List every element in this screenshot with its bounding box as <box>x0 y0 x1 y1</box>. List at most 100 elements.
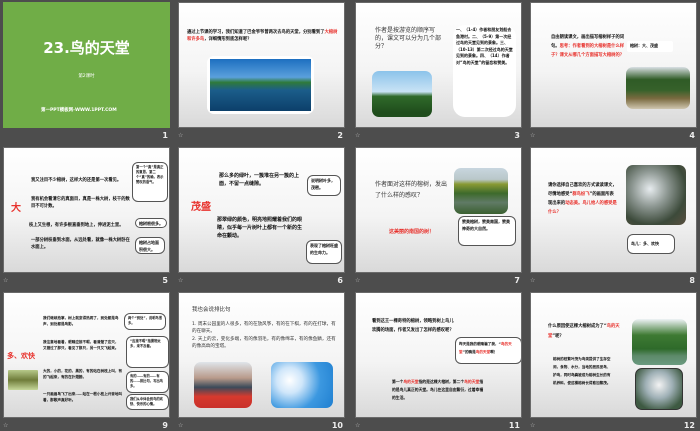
bird-photo <box>8 370 38 390</box>
text-part: 第一个 <box>392 379 404 384</box>
answer-box: 榕树：大、茂盛 <box>627 41 673 52</box>
park-photo <box>194 362 252 408</box>
slide-number: 12 <box>683 421 695 430</box>
text-part: 通过上节课的学习，我们知道了巴金爷爷曾两次去鸟的天堂，分别看到了 <box>187 30 325 35</box>
slide-footer: 第一PPT模板网-WWW.1PPT.COM <box>41 108 117 113</box>
slide-thumbnail-12[interactable]: 什么原因使这棵大榕树成为了“鸟的天堂”呢？ 榕树的枝繁叶茂为鸟类提供了生存空间，… <box>530 292 697 418</box>
text-highlight: 群鸟纷飞 <box>572 192 590 197</box>
slide-thumbnail-4[interactable]: 自由朗读课文，画出描写榕树样子的词句。思考：作者看到的大榕树是什么样子？课文从哪… <box>530 2 697 128</box>
sentence: 1. 周末公园里的人很多，有的在放风筝，有的在下棋，有的在打球，有的在聊天。 <box>192 322 336 334</box>
animation-icon: ☆ <box>355 422 361 429</box>
sentence: 2. 天上的云，变化多端，有的像羽毛，有的像绵羊，有的像鱼鳞，还有的像高耸的宝塔… <box>192 337 336 349</box>
slide-thumbnail-11[interactable]: 看到这王一棵奇特的榕树，领略到树上鸟儿欢腾的场面，作者又发出了怎样的感叹呢？ 昨… <box>355 292 522 418</box>
banyan-photo <box>632 319 687 365</box>
text-highlight: 鸟的天堂 <box>464 379 480 384</box>
slide-number: 1 <box>162 131 168 140</box>
slide-number: 6 <box>337 276 343 285</box>
answer-bubble: 鸟儿：多、欢快 <box>627 234 675 254</box>
tree-photo <box>372 71 432 117</box>
note-bubble: 有的……有的……有的……排比句，写出鸟多。 <box>126 371 169 393</box>
note-bubble: 榕树占地面积很大。 <box>135 237 165 254</box>
answer-bubble: 一、（1-4）作者和朋友划船去鱼港村。二、（5-9）第一次经过鸟的天堂见到的景象… <box>453 25 516 117</box>
answer-bubble: 昨天是我的眼睛骗了我，“鸟的天堂”的确是鸟的天堂啊！ <box>455 337 521 364</box>
animation-icon: ☆ <box>178 277 184 284</box>
slide-thumbnail-3[interactable]: 作者是按游览的顺序写的，课文可以分为几个部分？ 一、（1-4）作者和朋友划船去鱼… <box>355 2 522 128</box>
slide-text: 那翠绿的颜色，明亮地照耀着我们的眼睛，似乎每一片树叶上都有一个新的生命在颤动。 <box>217 217 303 239</box>
answer-bubble: 赞美榕树，赞美南国，赞美神奇的大自然。 <box>458 216 516 246</box>
slide-text: 一只画眉鸟飞了出来……站在一根小枝上兴奋地叫着，那歌声真好听。 <box>43 392 123 402</box>
animation-icon: ☆ <box>530 132 536 139</box>
slide-number: 10 <box>331 421 343 430</box>
slide-thumbnail-6[interactable]: 茂盛 那么多的绿叶，一簇堆在另一簇的上面，不留一点缝隙。 那翠绿的颜色，明亮地照… <box>178 147 345 273</box>
slide-text: 我有机会看清它的真面目，真是一株大树，枝干的数目不可计数。 <box>31 197 130 209</box>
slide-question: 作者是按游览的顺序写的，课文可以分为几个部分？ <box>375 27 442 50</box>
slide-title: 我也会说排比句 <box>192 307 231 313</box>
slide-number: 11 <box>508 421 520 430</box>
slide-subtitle: 第2课时 <box>78 74 95 79</box>
slide-text: 大的，小的，花的，黑的，有的站在树枝上叫，有的飞起来，有的在扑翅膀。 <box>43 369 123 379</box>
animation-icon: ☆ <box>3 422 9 429</box>
slide-thumbnail-1[interactable]: 23.鸟的天堂 第2课时 第一PPT模板网-WWW.1PPT.COM <box>3 2 170 128</box>
slide-thumbnail-9[interactable]: 多、欢快 我们继续拍掌，树上就变得热闹了，到处都是鸟声，到处都是鸟影。 我注意地… <box>3 292 170 418</box>
animation-icon: ☆ <box>530 422 536 429</box>
slide-number: 4 <box>689 131 695 140</box>
slide-text: 那么多的绿叶，一簇堆在另一簇的上面，不留一点缝隙。 <box>219 173 300 187</box>
slide-thumbnail-5[interactable]: 大 我又注目不少榕树，这样大的还是第一次看见。 我有机会看清它的真面目，真是一株… <box>3 147 170 273</box>
slide-number: 3 <box>514 131 520 140</box>
slide-text: 看到这王一棵奇特的榕树，领略到树上鸟儿欢腾的场面，作者又发出了怎样的感叹呢？ <box>372 319 454 333</box>
island-photo <box>207 56 314 114</box>
text-part: ，详细情形到底怎样呢？ <box>204 37 252 42</box>
slide-number: 9 <box>162 421 168 430</box>
animation-icon: ☆ <box>178 132 184 139</box>
slide-text: 一部分树枝垂到水面，从远处看，就像一株大树卧在水面上。 <box>31 238 130 250</box>
slide-text: 自由朗读课文，画出描写榕树样子的词句。思考：作者看到的大榕树是什么样子？课文从哪… <box>551 33 629 60</box>
slide-thumbnail-7[interactable]: 作者面对这样的榕树，发出了什么样的感叹？ 赞美榕树，赞美南国，赞美神奇的大自然。… <box>355 147 522 273</box>
text-part: 昨天是我的眼睛骗了我，“ <box>459 342 501 346</box>
text-part: ”呢？ <box>552 334 564 339</box>
slide-number: 8 <box>689 276 695 285</box>
text-part: 啊！ <box>490 350 498 354</box>
slide-text: 我注意地看着，眼睛应接不暇，看清楚了这只，又错过了那只，看见了那只，另一只又飞起… <box>43 340 119 350</box>
slide-question: 作者面对这样的榕树，发出了什么样的感叹？ <box>375 181 448 199</box>
note-bubble: 表现了榕树旺盛的生命力。 <box>306 240 342 264</box>
text-part: ”的确是 <box>462 350 476 354</box>
slide-title: 23.鸟的天堂 <box>43 39 130 57</box>
text-highlight: 鸟的天堂 <box>403 379 419 384</box>
keyword: 茂盛 <box>191 202 211 213</box>
slide-text: 请你选择自己喜欢的方式读读课文，尽情地感受“群鸟纷飞”的画面所表现出来的动态美。… <box>548 181 618 217</box>
clouds-photo <box>271 362 333 408</box>
slide-text: 榕树的枝繁叶茂为鸟类提供了生存空间，食物、水分，当地的居民爱鸟、护鸟，同时鸟粪被… <box>553 357 611 385</box>
banyan-photo <box>626 67 690 109</box>
animation-icon: ☆ <box>355 132 361 139</box>
slide-number: 5 <box>162 276 168 285</box>
slide-number: 7 <box>514 276 520 285</box>
keyword: 多、欢快 <box>7 352 35 360</box>
slide-question: 什么原因使这棵大榕树成为了“鸟的天堂”呢？ <box>548 322 626 342</box>
slide-text: 我们继续拍掌，树上就变得热闹了，到处都是鸟声，到处都是鸟影。 <box>43 316 119 326</box>
keyword: 大 <box>11 203 21 214</box>
slide-text: 通过上节课的学习，我们知道了巴金爷爷曾两次去鸟的天堂，分别看到了大榕树和许多鸟，… <box>187 29 339 43</box>
slide-thumbnail-10[interactable]: 我也会说排比句 1. 周末公园里的人很多，有的在放风筝，有的在下棋，有的在打球，… <box>178 292 345 418</box>
note-bubble: 我们从中体会到鸟的欢快、快乐的心情。 <box>126 394 169 410</box>
text-part: 指的是这棵大榕树，第二个 <box>418 379 465 384</box>
banyan-photo <box>454 168 508 214</box>
animation-icon: ☆ <box>178 422 184 429</box>
birds-photo <box>626 165 686 225</box>
birds-photo <box>635 368 683 410</box>
note-bubble: 榕树根很多。 <box>135 218 167 228</box>
text-highlight: 思考：作者看到的大榕树是什么样子？课文从哪几个方面描写大榕树的？ <box>551 44 625 58</box>
animation-icon: ☆ <box>530 277 536 284</box>
slide-text: 枝上又生根，有许多根直垂到地上，伸进泥土里。 <box>29 223 124 228</box>
slide-text: 第一个鸟的天堂指的是这棵大榕树，第二个鸟的天堂指的是鸟儿真正的天堂。鸟儿在这里自… <box>392 378 484 402</box>
note-bubble: 说明树叶多，茂密。 <box>307 175 341 196</box>
text-highlight: 鸟的天堂 <box>475 350 491 354</box>
note-bubble: 第一个“真”是真正的意思，第二个“真”的确，表示赞叹的语气。 <box>132 162 168 202</box>
note-bubble: 两个“到处”，说明鸟很多。 <box>124 313 166 330</box>
slide-thumbnail-8[interactable]: 请你选择自己喜欢的方式读读课文，尽情地感受“群鸟纷飞”的画面所表现出来的动态美。… <box>530 147 697 273</box>
note-bubble: “应接不暇”指景物太多，来不及看。 <box>126 336 169 368</box>
exclamation: 这美丽的南国的树！ <box>389 229 435 235</box>
slide-number: 2 <box>337 131 343 140</box>
text-part: 什么原因使这棵大榕树成为了“ <box>548 324 607 329</box>
animation-icon: ☆ <box>355 277 361 284</box>
slide-thumbnail-2[interactable]: 通过上节课的学习，我们知道了巴金爷爷曾两次去鸟的天堂，分别看到了大榕树和许多鸟，… <box>178 2 345 128</box>
